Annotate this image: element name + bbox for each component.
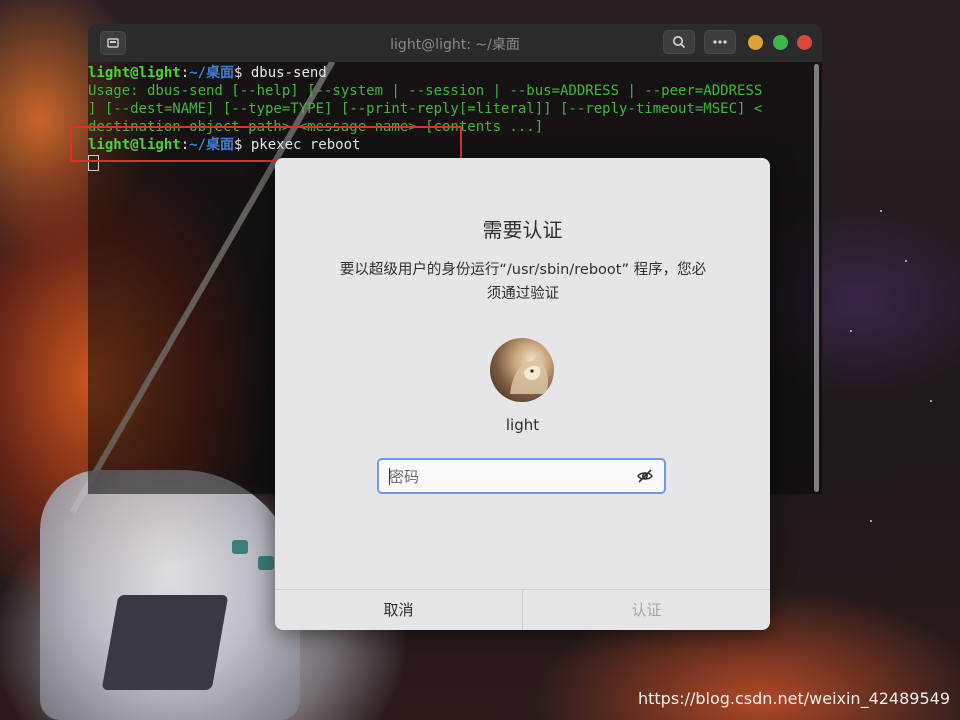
password-field-container[interactable] <box>377 458 666 494</box>
authenticate-button[interactable]: 认证 <box>523 590 770 630</box>
minimize-button[interactable] <box>748 35 763 50</box>
username-label: light <box>505 416 540 434</box>
maximize-button[interactable] <box>773 35 788 50</box>
search-icon <box>673 36 686 49</box>
prompt-path: ~/桌面 <box>189 65 235 81</box>
avatar <box>490 338 554 402</box>
more-options-icon <box>713 40 727 44</box>
auth-dialog: 需要认证 要以超级用户的身份运行“/usr/sbin/reboot” 程序，您必… <box>275 158 770 630</box>
dialog-message: 要以超级用户的身份运行“/usr/sbin/reboot” 程序，您必须通过验证 <box>339 262 707 302</box>
hide-password-icon[interactable] <box>636 467 654 485</box>
password-input[interactable] <box>387 460 631 494</box>
menu-button[interactable] <box>704 30 736 54</box>
wallpaper-button-shape <box>258 556 274 570</box>
terminal-scrollbar[interactable] <box>814 64 819 492</box>
dialog-title: 需要认证 <box>482 218 563 242</box>
wallpaper-robot-panel <box>101 595 229 690</box>
cancel-button[interactable]: 取消 <box>275 590 523 630</box>
terminal-titlebar[interactable]: light@light: ~/桌面 <box>88 24 822 62</box>
star <box>870 520 872 522</box>
wallpaper-button-shape <box>232 540 248 554</box>
star <box>930 400 932 402</box>
terminal-line: light@light:~/桌面$ dbus-send <box>88 65 327 81</box>
watermark-text: https://blog.csdn.net/weixin_42489549 <box>637 689 950 708</box>
star <box>905 260 907 262</box>
terminal-line: Usage: dbus-send [--help] [--system | --… <box>88 83 763 99</box>
close-button[interactable] <box>797 35 812 50</box>
highlight-annotation-box <box>70 126 462 162</box>
star <box>880 210 882 212</box>
terminal-command: dbus-send <box>242 65 327 81</box>
star <box>850 330 852 332</box>
text-cursor <box>389 468 390 485</box>
terminal-line: ] [--dest=NAME] [--type=TYPE] [--print-r… <box>88 101 763 117</box>
cat-avatar-icon <box>510 350 549 394</box>
search-button[interactable] <box>663 30 695 54</box>
dialog-footer: 取消 认证 <box>275 589 770 630</box>
prompt-user: light@light <box>88 65 181 81</box>
